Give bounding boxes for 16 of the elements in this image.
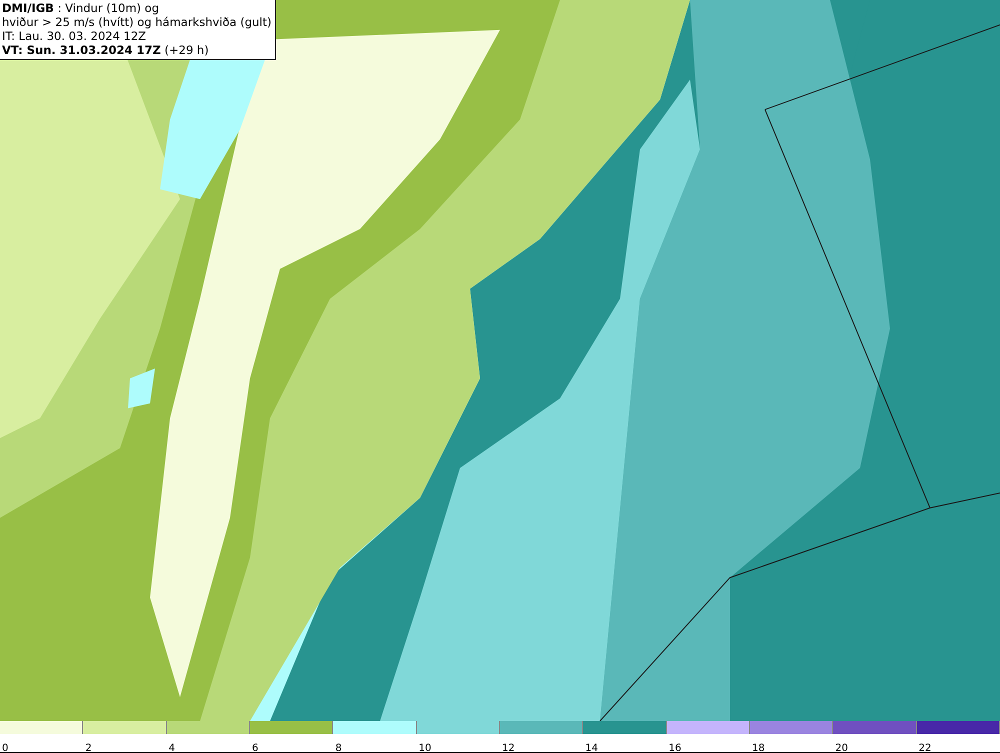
map-title-line: DMI/IGB : Vindur (10m) og [2, 1, 160, 15]
map-title-line: VT: Sun. 31.03.2024 17Z (+29 h) [2, 43, 210, 57]
legend-label: 14 [585, 742, 598, 753]
legend-label: 18 [752, 742, 765, 753]
legend-label: 2 [85, 742, 92, 753]
legend-label: 4 [168, 742, 176, 753]
legend-label: 0 [2, 742, 8, 753]
legend-label: 20 [835, 742, 848, 753]
legend-label: 10 [418, 742, 432, 753]
legend-label: 6 [252, 742, 258, 753]
map-title-line: hviður > 25 m/s (hvítt) og hámarkshviða (gult) [2, 15, 272, 29]
legend-label: 16 [668, 742, 682, 753]
map-title-line: IT: Lau. 30. 03. 2024 12Z [2, 29, 148, 43]
legend-label: 22 [918, 742, 932, 753]
legend-label: 12 [502, 742, 515, 753]
legend-label: 8 [335, 742, 342, 753]
